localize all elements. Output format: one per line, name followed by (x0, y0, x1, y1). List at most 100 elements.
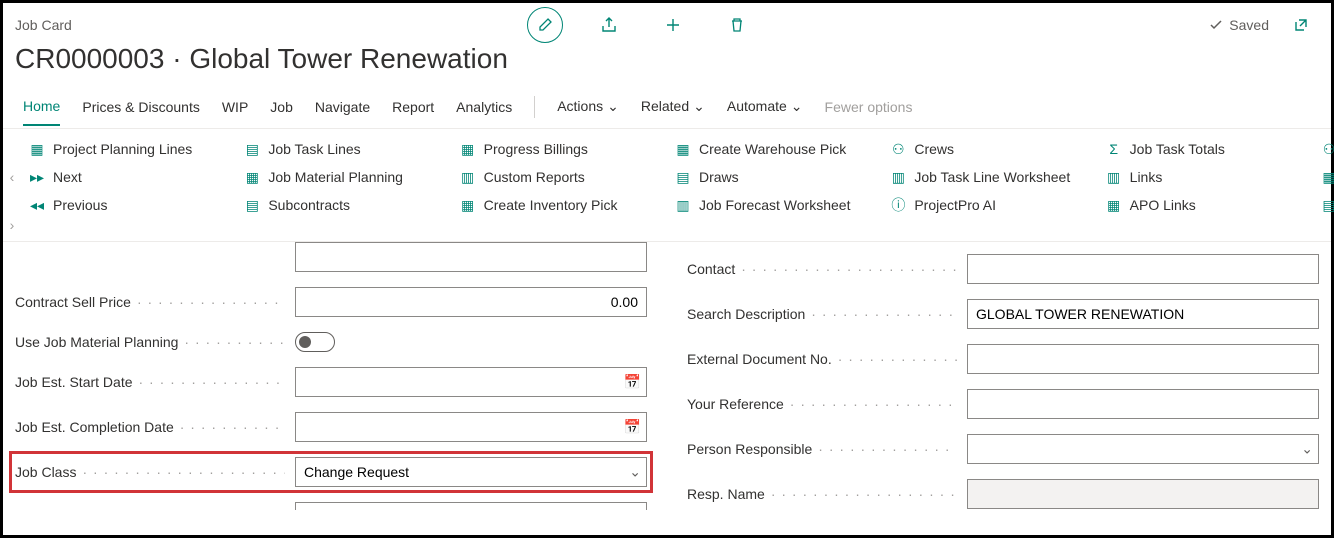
popout-button[interactable] (1283, 7, 1319, 43)
ribbon-create-inventory-pick[interactable]: ▦Create Inventory Pick (460, 197, 659, 213)
sub-level-to-job-no-select[interactable] (295, 502, 647, 510)
field-use-job-material-planning: Use Job Material Planning (15, 332, 647, 352)
forecast-icon: ▥ (675, 197, 691, 213)
ribbon-draws[interactable]: ▤Draws (675, 169, 874, 185)
field-label: Contact (687, 261, 957, 277)
ribbon-crews[interactable]: ⚇Crews (890, 141, 1089, 157)
your-reference-input[interactable] (967, 389, 1319, 419)
share-button[interactable] (591, 7, 627, 43)
edit-button[interactable] (527, 7, 563, 43)
form-left-column: x Contract Sell Price Use Job Material P… (15, 254, 647, 510)
job-est-start-date-input[interactable] (295, 367, 647, 397)
tab-wip[interactable]: WIP (222, 89, 248, 125)
field-search-description: Search Description (687, 299, 1319, 329)
field-job-est-completion-date: Job Est. Completion Date 📅 (15, 412, 647, 442)
tab-report[interactable]: Report (392, 89, 434, 125)
ribbon-next[interactable]: ▸▸Next (29, 169, 228, 185)
saved-label: Saved (1229, 17, 1269, 33)
breadcrumb: Job Card (15, 17, 72, 33)
field-label: External Document No. (687, 351, 957, 367)
tab-related[interactable]: Related⌄ (641, 88, 705, 125)
worksheet-icon: ▥ (890, 169, 906, 185)
job-est-completion-date-input[interactable] (295, 412, 647, 442)
info-icon: ⓘ (890, 197, 906, 213)
page-title: CR0000003 · Global Tower Renewation (3, 43, 1331, 85)
ribbon-projectpro-ai[interactable]: ⓘProjectPro AI (890, 197, 1089, 213)
ribbon-custom-reports[interactable]: ▥Custom Reports (460, 169, 659, 185)
ribbon-job-task-line-worksheet[interactable]: ▥Job Task Line Worksheet (890, 169, 1089, 185)
trash-icon (729, 17, 745, 33)
field-label: Person Responsible (687, 441, 957, 457)
field-sub-level-to-job-no: Sub-Level to Job No. ⌄ (15, 502, 647, 510)
delete-button[interactable] (719, 7, 755, 43)
invoice-icon: ▤ (1321, 197, 1334, 213)
tab-home[interactable]: Home (23, 88, 60, 126)
tab-navigate[interactable]: Navigate (315, 89, 370, 125)
tab-automate[interactable]: Automate⌄ (727, 88, 803, 125)
ribbon-subcontracts[interactable]: ▤Subcontracts (244, 197, 443, 213)
contacts-icon: ⚇ (1321, 141, 1334, 157)
tab-fewer-options[interactable]: Fewer options (825, 89, 913, 125)
ribbon-job-task-totals[interactable]: ΣJob Task Totals (1106, 141, 1305, 157)
new-button[interactable] (655, 7, 691, 43)
ribbon-job-segments[interactable]: ▦Job Segments (1321, 169, 1323, 185)
field-label: Contract Sell Price (15, 294, 285, 310)
segments-icon: ▦ (1321, 169, 1334, 185)
use-job-material-planning-toggle[interactable] (295, 332, 335, 352)
field-contract-sell-price: Contract Sell Price (15, 287, 647, 317)
contact-input[interactable] (967, 254, 1319, 284)
popout-icon (1293, 17, 1309, 33)
check-icon (1209, 18, 1223, 32)
tab-prices[interactable]: Prices & Discounts (82, 89, 199, 125)
tab-actions[interactable]: Actions⌄ (557, 88, 619, 125)
contract-icon: ▤ (244, 197, 260, 213)
draws-icon: ▤ (675, 169, 691, 185)
pick-icon: ▦ (460, 197, 476, 213)
ribbon-scroll-left[interactable]: ‹ (3, 137, 21, 217)
tab-bar: Home Prices & Discounts WIP Job Navigate… (3, 85, 1331, 129)
ribbon-previous[interactable]: ◂◂Previous (29, 197, 228, 213)
field-job-est-start-date: Job Est. Start Date 📅 (15, 367, 647, 397)
previous-icon: ◂◂ (29, 197, 45, 213)
billing-icon: ▦ (460, 141, 476, 157)
field-label: Job Class (15, 464, 285, 480)
field-label: Sub-Level to Job No. (15, 509, 285, 510)
ribbon-job-material-planning[interactable]: ▦Job Material Planning (244, 169, 443, 185)
contract-sell-price-input[interactable] (295, 287, 647, 317)
external-document-no-input[interactable] (967, 344, 1319, 374)
truncated-input[interactable] (295, 242, 647, 272)
ribbon-scroll-right[interactable]: › (3, 217, 21, 233)
tab-analytics[interactable]: Analytics (456, 89, 512, 125)
field-label: Your Reference (687, 396, 957, 412)
job-class-select[interactable] (295, 457, 647, 487)
ribbon-project-planning-lines[interactable]: ▦Project Planning Lines (29, 141, 228, 157)
field-person-responsible: Person Responsible ⌄ (687, 434, 1319, 464)
ribbon-create-warehouse-pick[interactable]: ▦Create Warehouse Pick (675, 141, 874, 157)
person-responsible-select[interactable] (967, 434, 1319, 464)
ribbon-job-contacts[interactable]: ⚇Job Contacts (1321, 141, 1323, 157)
link-icon: ▥ (1106, 169, 1122, 185)
saved-indicator: Saved (1209, 17, 1269, 33)
search-description-input[interactable] (967, 299, 1319, 329)
field-your-reference: Your Reference (687, 389, 1319, 419)
ribbon-apo-links[interactable]: ▦APO Links (1106, 197, 1305, 213)
ribbon: ‹ ▦Project Planning Lines ▸▸Next ◂◂Previ… (3, 129, 1331, 242)
field-label: Job Est. Start Date (15, 374, 285, 390)
ribbon-links[interactable]: ▥Links (1106, 169, 1305, 185)
ribbon-job-forecast-worksheet[interactable]: ▥Job Forecast Worksheet (675, 197, 874, 213)
ribbon-progress-billings[interactable]: ▦Progress Billings (460, 141, 659, 157)
task-icon: ▤ (244, 141, 260, 157)
tab-job[interactable]: Job (270, 89, 293, 125)
crews-icon: ⚇ (890, 141, 906, 157)
sigma-icon: Σ (1106, 141, 1122, 157)
form-right-column: Contact Search Description External Docu… (687, 254, 1319, 510)
form-area: x Contract Sell Price Use Job Material P… (3, 242, 1331, 510)
ribbon-post-prepayment-invoice[interactable]: ▤Post Prepayment Invoice. (1321, 197, 1323, 213)
chevron-down-icon: ⌄ (607, 98, 619, 115)
field-label: Resp. Name (687, 486, 957, 502)
warehouse-icon: ▦ (675, 141, 691, 157)
field-label: Job Est. Completion Date (15, 419, 285, 435)
resp-name-input (967, 479, 1319, 509)
field-job-class: Job Class ⌄ (13, 455, 649, 489)
ribbon-job-task-lines[interactable]: ▤Job Task Lines (244, 141, 443, 157)
